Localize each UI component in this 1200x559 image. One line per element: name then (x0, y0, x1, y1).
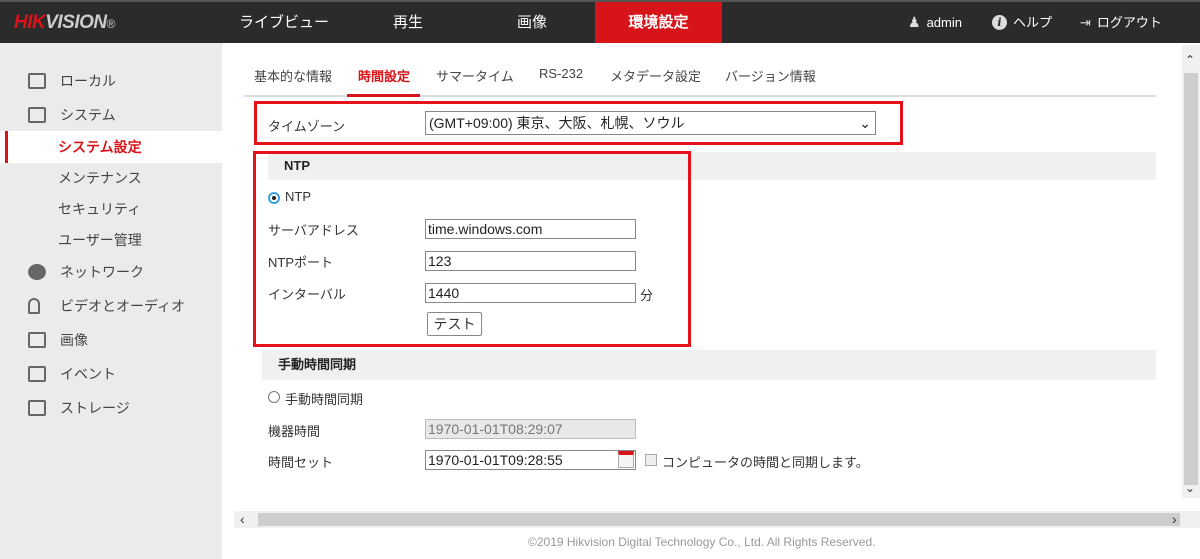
tab-basic-info[interactable]: 基本的な情報 (254, 66, 332, 85)
hikvision-logo: HIKVISION® (14, 12, 116, 33)
logout-icon: ⇥ (1080, 15, 1091, 30)
device-time-input: 1970-01-01T08:29:07 (425, 419, 636, 439)
sidebar-label: イベント (60, 366, 116, 382)
top-bar: HIKVISION® ライブビュー 再生 画像 環境設定 ♟ admin i ヘ… (0, 0, 1200, 43)
sidebar-label: システム設定 (58, 139, 142, 155)
help-label: ヘルプ (1013, 15, 1053, 30)
logout-link[interactable]: ⇥ ログアウト (1080, 2, 1162, 43)
vertical-scrollbar[interactable]: ⌃ ⌄ (1182, 45, 1200, 498)
monitor-icon (28, 73, 46, 89)
device-time-label: 機器時間 (268, 424, 321, 439)
sidebar-label: ストレージ (60, 400, 130, 416)
floppy-disk-icon (28, 400, 46, 416)
sidebar-label: ローカル (60, 73, 116, 89)
sidebar-item-security[interactable]: セキュリティ (0, 193, 222, 225)
tab-metadata[interactable]: メタデータ設定 (610, 66, 701, 85)
tab-rs232[interactable]: RS-232 (539, 66, 583, 81)
logout-label: ログアウト (1096, 15, 1162, 30)
sidebar-label: セキュリティ (58, 201, 142, 217)
sidebar-item-maintenance[interactable]: メンテナンス (0, 162, 222, 194)
scroll-up-icon[interactable]: ⌃ (1185, 53, 1195, 67)
horizontal-scrollbar[interactable]: ‹ › (234, 511, 1200, 528)
chevron-down-icon: ⌄ (859, 115, 871, 131)
microphone-video-icon (28, 298, 40, 314)
tab-time-settings[interactable]: 時間設定 (358, 66, 410, 85)
horizontal-scroll-thumb[interactable] (258, 513, 1180, 526)
sidebar-item-system-settings[interactable]: システム設定 (0, 131, 222, 163)
username: admin (926, 15, 962, 30)
sidebar-label: 画像 (60, 332, 88, 348)
manual-sync-section-header: 手動時間同期 (262, 350, 1156, 380)
sidebar-label: ビデオとオーディオ (60, 298, 186, 314)
timezone-label: タイムゾーン (268, 119, 346, 134)
scroll-down-icon[interactable]: ⌄ (1185, 481, 1195, 495)
sidebar-item-image[interactable]: 画像 (0, 324, 222, 356)
calendar-list-icon (28, 366, 46, 382)
sidebar: ローカル システム システム設定 メンテナンス セキュリティ ユーザー管理 ネッ… (0, 43, 222, 559)
nav-picture[interactable]: 画像 (470, 2, 594, 43)
scroll-left-icon[interactable]: ‹ (240, 511, 245, 527)
tab-dst[interactable]: サマータイム (436, 66, 514, 85)
nav-configuration[interactable]: 環境設定 (595, 2, 722, 43)
sidebar-item-network[interactable]: ネットワーク (0, 256, 222, 288)
sidebar-label: システム (60, 107, 116, 123)
set-time-input[interactable]: 1970-01-01T09:28:55 (425, 450, 636, 470)
ntp-highlight (253, 151, 691, 347)
help-link[interactable]: i ヘルプ (992, 2, 1052, 43)
info-icon: i (992, 15, 1007, 30)
sidebar-label: ネットワーク (60, 264, 144, 280)
nav-live-view[interactable]: ライブビュー (222, 2, 346, 43)
user-menu[interactable]: ♟ admin (908, 2, 962, 43)
active-tab-indicator (347, 94, 420, 97)
set-time-label: 時間セット (268, 455, 334, 470)
manual-sync-radio-label: 手動時間同期 (285, 392, 364, 407)
sidebar-item-storage[interactable]: ストレージ (0, 392, 222, 424)
manual-sync-radio[interactable] (268, 391, 280, 403)
globe-icon (28, 264, 46, 280)
sync-computer-checkbox[interactable] (645, 454, 657, 466)
sync-computer-label: コンピュータの時間と同期します。 (662, 455, 869, 470)
window-icon (28, 107, 46, 123)
calendar-icon[interactable] (618, 451, 634, 468)
sidebar-label: メンテナンス (58, 170, 142, 186)
timezone-select[interactable]: (GMT+09:00) 東京、大阪、札幌、ソウル ⌄ (425, 111, 876, 135)
sidebar-item-user-management[interactable]: ユーザー管理 (0, 224, 222, 256)
vertical-scroll-thumb[interactable] (1184, 73, 1198, 485)
sidebar-item-local[interactable]: ローカル (0, 65, 222, 97)
footer-copyright: ©2019 Hikvision Digital Technology Co., … (528, 535, 876, 549)
sidebar-item-video-audio[interactable]: ビデオとオーディオ (0, 290, 222, 322)
user-icon: ♟ (908, 14, 921, 30)
timezone-value: (GMT+09:00) 東京、大阪、札幌、ソウル (429, 115, 685, 131)
scroll-right-icon[interactable]: › (1172, 511, 1177, 527)
sidebar-item-event[interactable]: イベント (0, 358, 222, 390)
image-icon (28, 332, 46, 348)
nav-playback[interactable]: 再生 (346, 2, 470, 43)
tab-version[interactable]: バージョン情報 (725, 66, 816, 85)
sidebar-label: ユーザー管理 (58, 232, 142, 248)
sidebar-item-system[interactable]: システム (0, 99, 222, 131)
